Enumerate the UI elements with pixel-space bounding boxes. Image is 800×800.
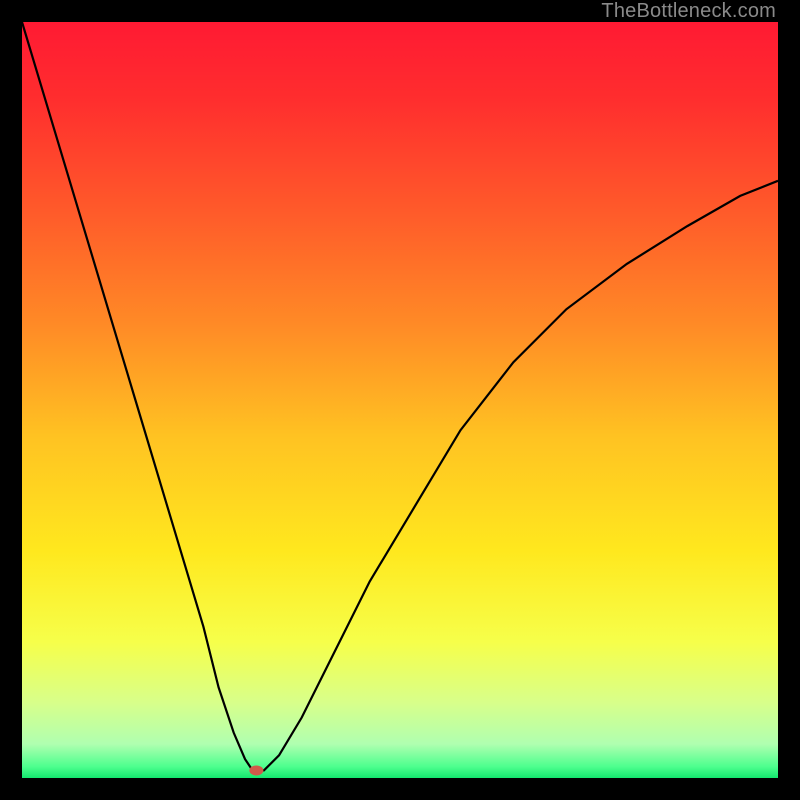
watermark-text: TheBottleneck.com xyxy=(601,0,776,23)
chart-frame: TheBottleneck.com xyxy=(0,0,800,800)
chart-svg xyxy=(22,22,778,778)
optimal-point-marker xyxy=(249,765,263,775)
plot-area xyxy=(22,22,778,778)
